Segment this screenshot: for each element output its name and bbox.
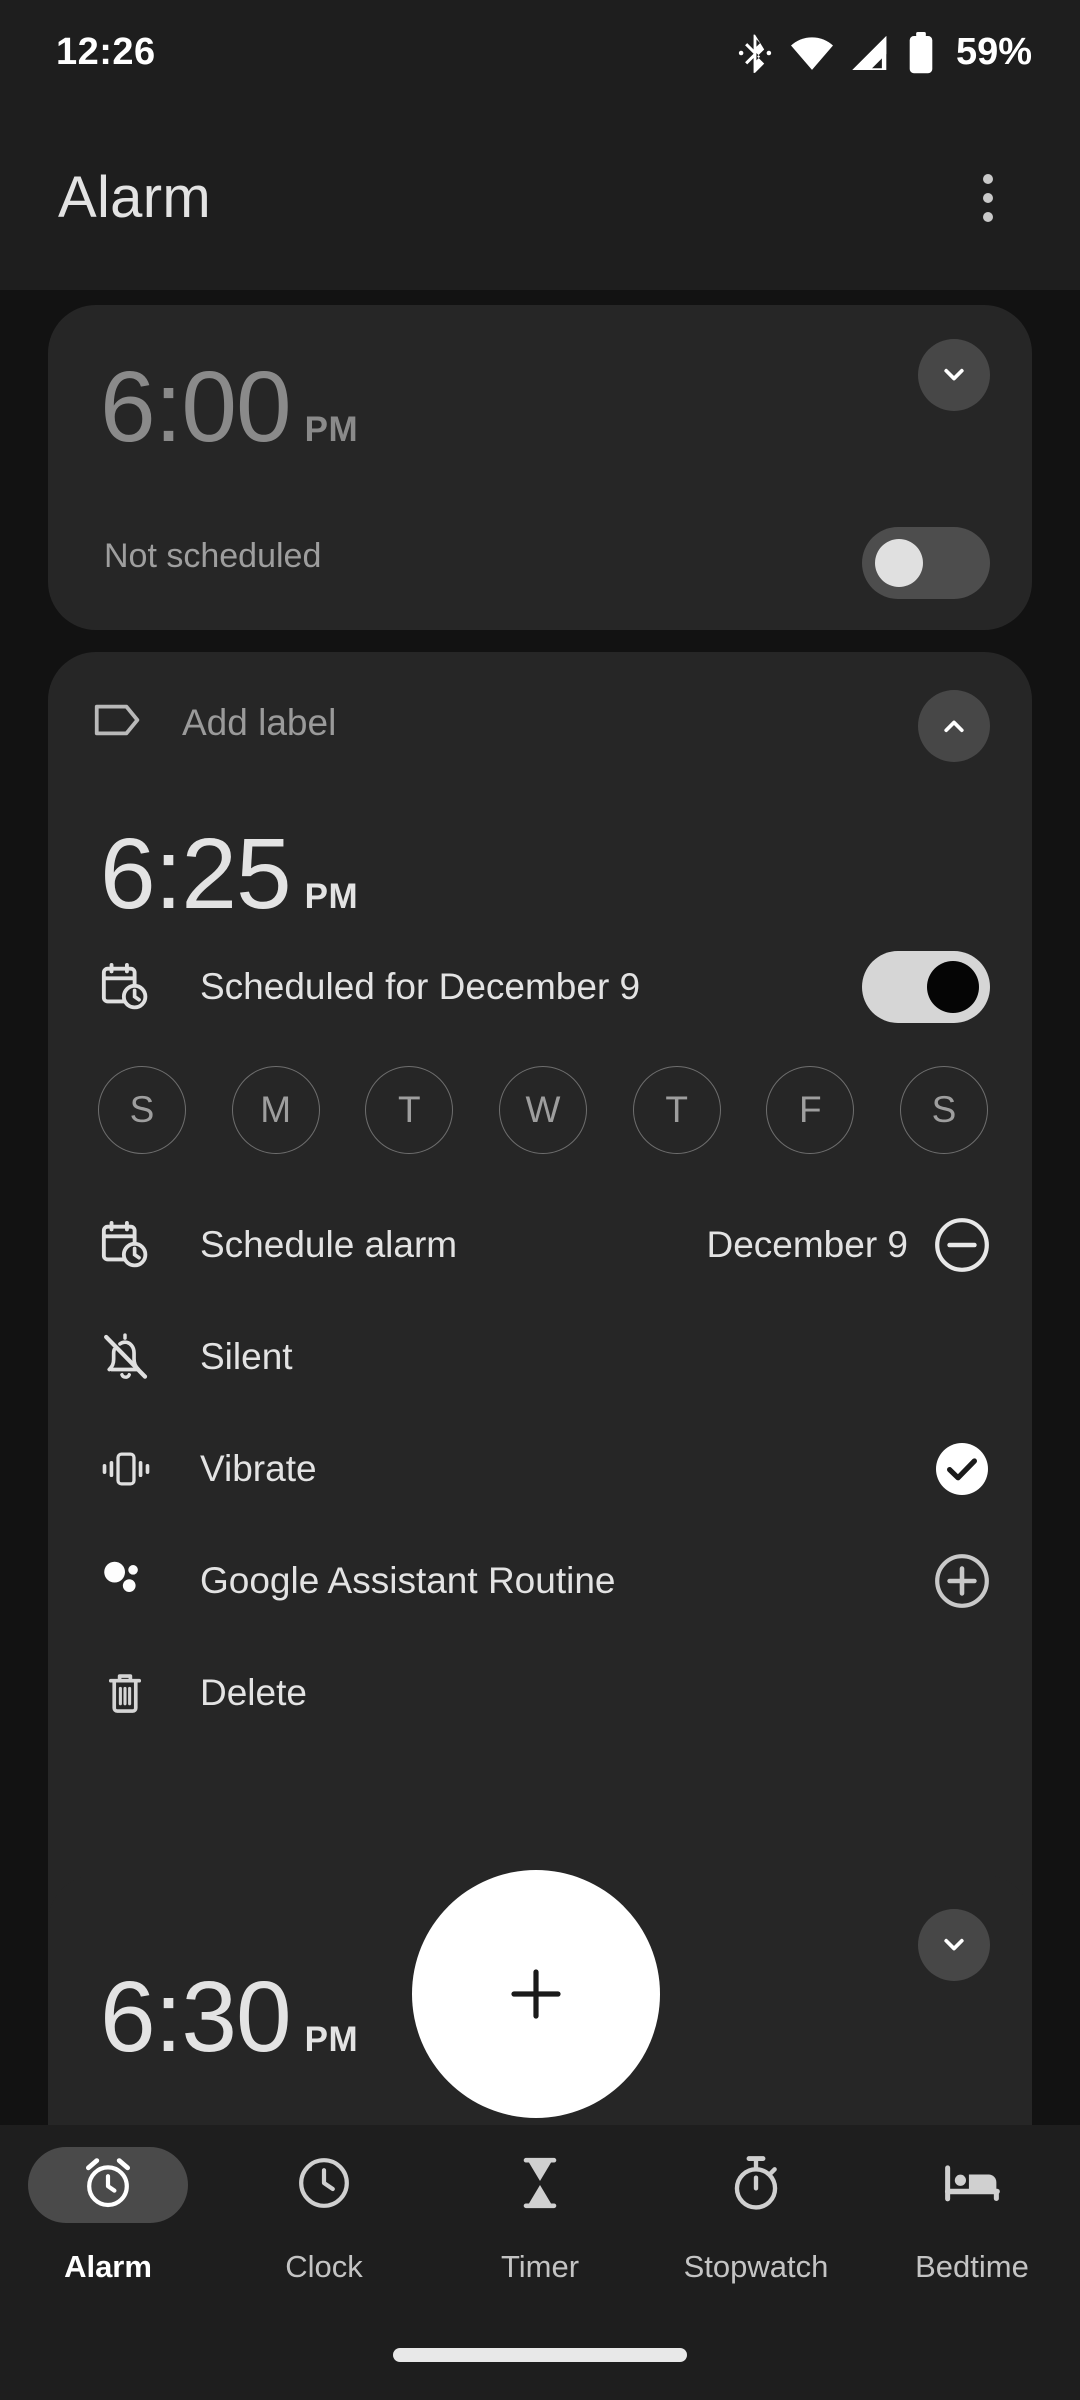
wifi-icon bbox=[790, 36, 834, 70]
label-tag-icon bbox=[94, 700, 142, 745]
option-row-delete[interactable]: Delete bbox=[100, 1652, 990, 1734]
bottom-navigation: Alarm Clock Timer bbox=[0, 2125, 1080, 2400]
option-label: Vibrate bbox=[200, 1448, 317, 1490]
google-assistant-icon bbox=[100, 1556, 162, 1606]
nav-icon-wrap bbox=[244, 2147, 404, 2223]
vibration-icon bbox=[100, 1447, 162, 1491]
option-value: December 9 bbox=[706, 1224, 908, 1266]
day-letter: S bbox=[932, 1089, 957, 1131]
nav-tab-label: Stopwatch bbox=[684, 2249, 829, 2285]
more-options-icon[interactable] bbox=[948, 158, 1028, 238]
option-label: Silent bbox=[200, 1336, 293, 1378]
stopwatch-icon bbox=[730, 2154, 782, 2217]
plus-icon bbox=[504, 1962, 568, 2026]
nav-icon-wrap bbox=[892, 2147, 1052, 2223]
cellular-signal-icon bbox=[852, 36, 890, 70]
toggle-knob bbox=[927, 961, 979, 1013]
alarm-time-display[interactable]: 6:30 PM bbox=[100, 1967, 358, 2067]
alarm-list: 6:00 PM Not scheduled Add label 6:25 PM bbox=[0, 290, 1080, 2125]
alarm-time-value: 6:00 bbox=[100, 357, 291, 457]
day-toggle-monday[interactable]: M bbox=[232, 1066, 320, 1154]
clock-app-screen: 12:26 59% Alarm bbox=[0, 0, 1080, 2400]
bell-off-icon bbox=[100, 1332, 162, 1382]
chevron-down-icon[interactable] bbox=[918, 339, 990, 411]
day-toggle-wednesday[interactable]: W bbox=[499, 1066, 587, 1154]
bed-icon bbox=[943, 2158, 1001, 2213]
alarm-card-600pm[interactable]: 6:00 PM Not scheduled bbox=[48, 305, 1032, 630]
option-row-silent[interactable]: Silent bbox=[100, 1316, 990, 1398]
day-toggle-saturday[interactable]: S bbox=[900, 1066, 988, 1154]
nav-tab-timer[interactable]: Timer bbox=[432, 2147, 648, 2285]
chevron-up-icon[interactable] bbox=[918, 690, 990, 762]
day-letter: M bbox=[260, 1089, 291, 1131]
clock-icon bbox=[296, 2155, 352, 2216]
alarm-toggle[interactable] bbox=[862, 951, 990, 1023]
bluetooth-icon bbox=[738, 32, 772, 74]
battery-icon bbox=[908, 32, 934, 74]
scheduled-summary-text: Scheduled for December 9 bbox=[200, 966, 862, 1008]
option-row-schedule-alarm[interactable]: Schedule alarm December 9 bbox=[100, 1204, 990, 1286]
toggle-knob bbox=[875, 539, 923, 587]
check-circle-filled-icon[interactable] bbox=[934, 1441, 990, 1497]
alarm-time-display[interactable]: 6:00 PM bbox=[100, 357, 358, 457]
status-bar-clock: 12:26 bbox=[56, 31, 156, 74]
day-letter: F bbox=[799, 1089, 822, 1131]
day-repeat-selector: S M T W T F S bbox=[98, 1066, 988, 1154]
option-label: Schedule alarm bbox=[200, 1224, 457, 1266]
minus-circle-icon[interactable] bbox=[934, 1217, 990, 1273]
option-label: Delete bbox=[200, 1672, 307, 1714]
status-bar-icons: 59% bbox=[738, 31, 1032, 74]
trash-icon bbox=[100, 1668, 162, 1718]
day-toggle-thursday[interactable]: T bbox=[633, 1066, 721, 1154]
day-letter: W bbox=[526, 1089, 561, 1131]
alarm-time-value: 6:25 bbox=[100, 824, 291, 924]
add-alarm-fab[interactable] bbox=[412, 1870, 660, 2118]
day-toggle-friday[interactable]: F bbox=[766, 1066, 854, 1154]
nav-active-indicator bbox=[28, 2147, 188, 2223]
option-row-google-assistant-routine[interactable]: Google Assistant Routine bbox=[100, 1540, 990, 1622]
alarm-meridiem: PM bbox=[305, 2020, 359, 2060]
day-letter: T bbox=[665, 1089, 688, 1131]
calendar-clock-icon bbox=[100, 962, 162, 1012]
option-label: Google Assistant Routine bbox=[200, 1560, 615, 1602]
nav-tab-clock[interactable]: Clock bbox=[216, 2147, 432, 2285]
add-label-text: Add label bbox=[182, 702, 336, 744]
nav-tab-label: Bedtime bbox=[915, 2249, 1029, 2285]
alarm-meridiem: PM bbox=[305, 877, 359, 917]
day-toggle-tuesday[interactable]: T bbox=[365, 1066, 453, 1154]
alarm-clock-icon bbox=[80, 2155, 136, 2216]
day-letter: S bbox=[130, 1089, 155, 1131]
option-row-vibrate[interactable]: Vibrate bbox=[100, 1428, 990, 1510]
alarm-time-display[interactable]: 6:25 PM bbox=[100, 824, 358, 924]
alarm-time-value: 6:30 bbox=[100, 1967, 291, 2067]
nav-tab-label: Alarm bbox=[64, 2249, 152, 2285]
nav-tab-alarm[interactable]: Alarm bbox=[0, 2147, 216, 2285]
app-bar: Alarm bbox=[0, 105, 1080, 290]
alarm-toggle[interactable] bbox=[862, 527, 990, 599]
nav-tab-label: Clock bbox=[285, 2249, 363, 2285]
nav-tab-stopwatch[interactable]: Stopwatch bbox=[648, 2147, 864, 2285]
add-label-row[interactable]: Add label bbox=[94, 700, 336, 745]
nav-icon-wrap bbox=[676, 2147, 836, 2223]
hourglass-icon bbox=[514, 2155, 566, 2216]
alarm-meridiem: PM bbox=[305, 410, 359, 450]
gesture-navigation-bar[interactable] bbox=[393, 2348, 687, 2362]
calendar-clock-icon bbox=[100, 1220, 162, 1270]
alarm-status-text: Not scheduled bbox=[104, 537, 321, 576]
nav-icon-wrap bbox=[460, 2147, 620, 2223]
day-toggle-sunday[interactable]: S bbox=[98, 1066, 186, 1154]
chevron-down-icon[interactable] bbox=[918, 1909, 990, 1981]
page-title: Alarm bbox=[58, 164, 211, 231]
status-bar: 12:26 59% bbox=[0, 0, 1080, 105]
scheduled-summary-row[interactable]: Scheduled for December 9 bbox=[100, 944, 990, 1030]
plus-circle-icon[interactable] bbox=[934, 1553, 990, 1609]
nav-tab-bedtime[interactable]: Bedtime bbox=[864, 2147, 1080, 2285]
battery-percentage: 59% bbox=[956, 31, 1032, 74]
day-letter: T bbox=[398, 1089, 421, 1131]
nav-tab-label: Timer bbox=[501, 2249, 579, 2285]
